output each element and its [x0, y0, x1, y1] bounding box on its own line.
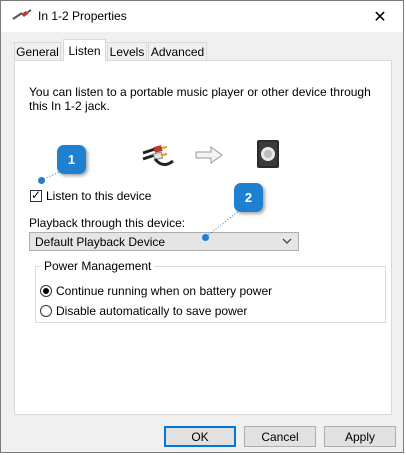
- ok-button[interactable]: OK: [164, 426, 236, 447]
- cancel-button[interactable]: Cancel: [244, 426, 316, 447]
- playback-device-value: Default Playback Device: [35, 234, 166, 249]
- tab-levels[interactable]: Levels: [107, 42, 147, 60]
- properties-dialog: In 1-2 Properties ✕ General Listen Level…: [0, 0, 404, 453]
- close-button[interactable]: ✕: [357, 1, 403, 32]
- listen-description: You can listen to a portable music playe…: [29, 85, 371, 113]
- tab-advanced[interactable]: Advanced: [148, 42, 207, 60]
- radio-disable-label: Disable automatically to save power: [56, 304, 248, 318]
- speaker-icon: [257, 140, 279, 168]
- radio-button-selected[interactable]: [40, 285, 52, 297]
- window-title: In 1-2 Properties: [38, 9, 127, 23]
- tab-general[interactable]: General: [14, 42, 61, 60]
- radio-button[interactable]: [40, 305, 52, 317]
- close-icon: ✕: [373, 8, 387, 26]
- radio-continue-label: Continue running when on battery power: [56, 284, 273, 298]
- audio-jack-icon: [12, 9, 32, 20]
- listen-checkbox-label: Listen to this device: [46, 189, 152, 203]
- arrow-right-icon: [195, 146, 223, 164]
- chevron-down-icon: [282, 238, 292, 244]
- annotation-dot-1: [38, 177, 45, 184]
- radio-continue-running[interactable]: Continue running when on battery power: [40, 284, 272, 298]
- radio-disable-automatically[interactable]: Disable automatically to save power: [40, 304, 247, 318]
- rca-cable-icon: [142, 145, 174, 166]
- playback-label: Playback through this device:: [29, 216, 186, 230]
- playback-device-select[interactable]: Default Playback Device: [29, 232, 299, 251]
- apply-button[interactable]: Apply: [324, 426, 396, 447]
- annotation-badge-1: 1: [57, 145, 86, 174]
- listen-checkbox-row[interactable]: ✓ Listen to this device: [30, 188, 152, 203]
- annotation-dot-2: [202, 234, 209, 241]
- annotation-badge-2: 2: [234, 183, 263, 212]
- checkmark-icon: ✓: [31, 188, 42, 202]
- tab-listen[interactable]: Listen: [63, 39, 106, 61]
- title-bar: In 1-2 Properties ✕: [1, 1, 403, 32]
- power-management-legend: Power Management: [41, 259, 155, 273]
- listen-checkbox[interactable]: ✓: [30, 188, 42, 202]
- power-management-group: Power Management Continue running when o…: [35, 259, 386, 323]
